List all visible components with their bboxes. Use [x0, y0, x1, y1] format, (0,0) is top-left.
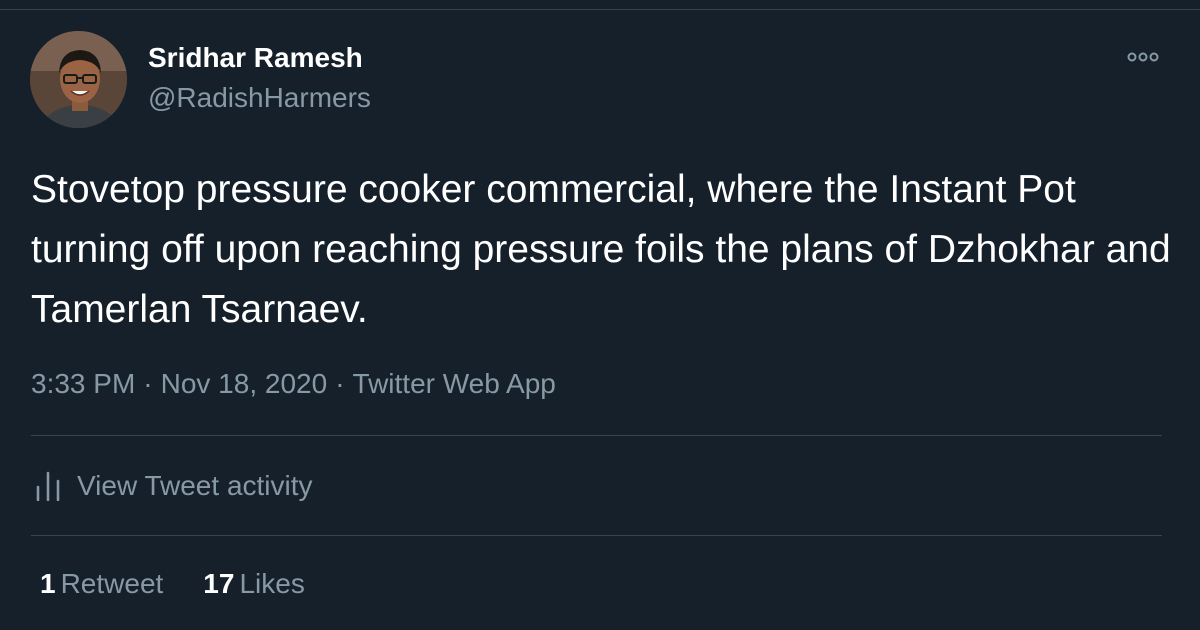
divider: [31, 535, 1162, 536]
tweet-time[interactable]: 3:33 PM: [31, 368, 135, 399]
likes-label: Likes: [239, 568, 305, 599]
profile-photo-icon: [30, 31, 127, 128]
tweet-date[interactable]: Nov 18, 2020: [161, 368, 328, 399]
activity-label: View Tweet activity: [77, 470, 313, 501]
view-tweet-activity-link[interactable]: View Tweet activity: [35, 468, 313, 504]
author-handle[interactable]: @RadishHarmers: [148, 82, 371, 114]
retweets-stat[interactable]: 1 Retweet: [40, 568, 163, 600]
tweet-meta: 3:33 PM · Nov 18, 2020 · Twitter Web App: [31, 368, 556, 400]
divider: [31, 435, 1162, 436]
tweet-stats: 1 Retweet 17 Likes: [40, 568, 345, 600]
avatar[interactable]: [30, 31, 127, 128]
tweet-card: Sridhar Ramesh @RadishHarmers Stovetop p…: [0, 0, 1200, 630]
analytics-bar-icon: [36, 471, 60, 501]
retweets-label: Retweet: [60, 568, 164, 599]
retweets-count: 1: [40, 568, 56, 599]
more-options-icon[interactable]: [1126, 50, 1160, 64]
tweet-text: Stovetop pressure cooker commercial, whe…: [31, 168, 1171, 331]
likes-stat[interactable]: 17 Likes: [203, 568, 305, 600]
likes-count: 17: [203, 568, 235, 599]
meta-separator: ·: [143, 368, 153, 399]
author-name[interactable]: Sridhar Ramesh: [148, 42, 363, 74]
tweet-source[interactable]: Twitter Web App: [353, 368, 556, 399]
meta-separator: ·: [335, 368, 345, 399]
